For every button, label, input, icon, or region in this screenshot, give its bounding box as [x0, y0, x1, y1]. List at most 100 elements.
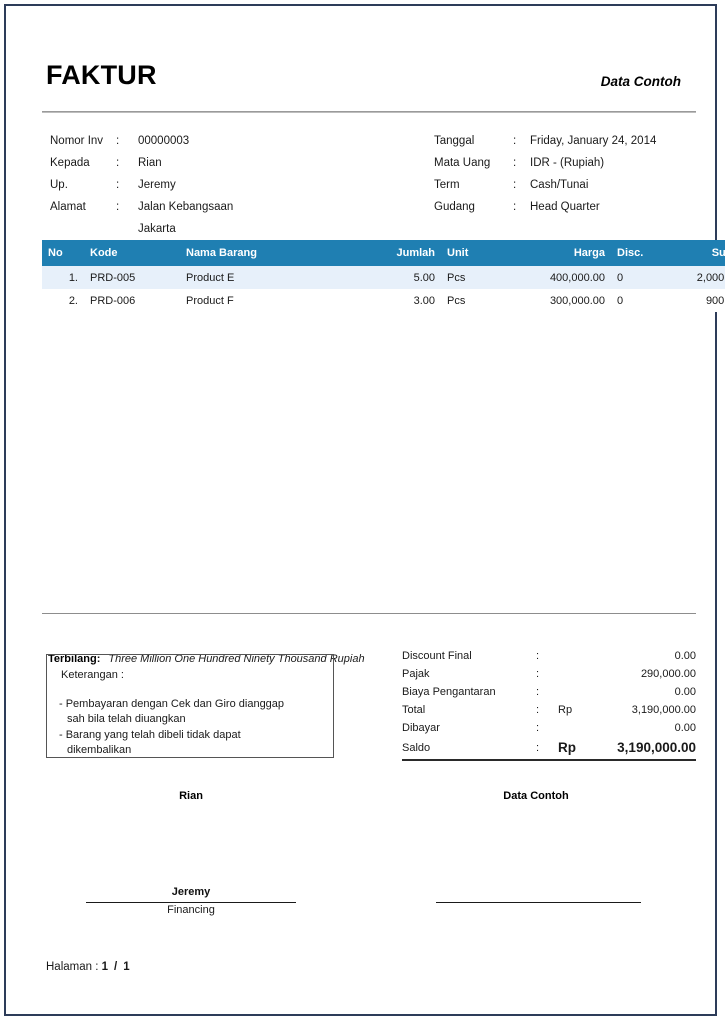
meta-row-tanggal: Tanggal : Friday, January 24, 2014: [434, 130, 704, 152]
line-items-table: No Kode Nama Barang Jumlah Unit Harga Di…: [42, 240, 725, 312]
meta-label-alamat: Alamat: [50, 201, 86, 213]
cell-no: 2.: [42, 289, 84, 312]
keterangan-item-line1: - Barang yang telah dibeli tidak dapat: [59, 729, 241, 741]
meta-row-term: Term : Cash/Tunai: [434, 174, 704, 196]
cell-no: 1.: [42, 266, 84, 289]
total-row-saldo: Saldo : Rp 3,190,000.00: [402, 737, 696, 759]
total-colon: :: [536, 722, 540, 734]
footer-page-label: Halaman :: [46, 961, 99, 973]
total-row-dibayar: Dibayar : 0.00: [402, 719, 696, 737]
invoice-meta-left: Nomor Inv : 00000003 Kepada : Rian Up. :…: [50, 130, 380, 240]
total-amount: 290,000.00: [640, 668, 696, 680]
meta-label-kepada: Kepada: [50, 157, 90, 169]
meta-row-kepada: Kepada : Rian: [50, 152, 380, 174]
cell-nama: Product F: [180, 289, 367, 312]
meta-colon: :: [116, 157, 120, 169]
keterangan-title: Keterangan :: [61, 669, 124, 681]
list-item: - Barang yang telah dibeli tidak dapat d…: [59, 728, 325, 757]
totals-summary: Discount Final : 0.00 Pajak : 290,000.00…: [402, 647, 696, 759]
keterangan-item-line1: - Pembayaran dengan Cek dan Giro diangga…: [59, 698, 285, 710]
meta-row-nomor-inv: Nomor Inv : 00000003: [50, 130, 380, 152]
keterangan-box: Keterangan : - Pembayaran dengan Cek dan…: [46, 654, 334, 758]
signature-right-line: [436, 902, 641, 903]
column-header-nama: Nama Barang: [180, 240, 367, 266]
meta-label-term: Term: [434, 179, 460, 191]
total-amount: 0.00: [674, 722, 696, 734]
column-header-jumlah: Jumlah: [367, 240, 441, 266]
total-row-discount-final: Discount Final : 0.00: [402, 647, 696, 665]
meta-row-alamat-line2: Jakarta: [50, 218, 380, 240]
list-item: - Pembayaran dengan Cek dan Giro diangga…: [59, 697, 325, 726]
total-row-total: Total : Rp 3,190,000.00: [402, 701, 696, 719]
meta-colon: :: [116, 201, 120, 213]
totals-divider: [402, 759, 696, 761]
meta-value-term: Cash/Tunai: [530, 179, 589, 191]
header-divider: [42, 111, 696, 113]
meta-value-mata-uang: IDR - (Rupiah): [530, 157, 605, 169]
table-row: 2. PRD-006 Product F 3.00 Pcs 300,000.00…: [42, 289, 725, 312]
meta-colon: :: [513, 135, 517, 147]
keterangan-list: - Pembayaran dengan Cek dan Giro diangga…: [59, 697, 325, 759]
total-colon: :: [536, 742, 540, 754]
invoice-document: FAKTUR Data Contoh Nomor Inv : 00000003 …: [6, 6, 725, 1014]
total-label: Biaya Pengantaran: [402, 686, 496, 698]
total-amount: 0.00: [674, 686, 696, 698]
keterangan-item-line2: dikembalikan: [67, 743, 132, 756]
cell-disc: 0: [611, 289, 669, 312]
column-header-kode: Kode: [84, 240, 180, 266]
meta-row-alamat: Alamat : Jalan Kebangsaan: [50, 196, 380, 218]
company-name: Data Contoh: [600, 74, 681, 89]
meta-value-alamat-line2: Jakarta: [138, 223, 176, 235]
column-header-harga: Harga: [513, 240, 611, 266]
signature-right-title: Data Contoh: [503, 790, 569, 802]
column-header-subtotal: Sub Total: [669, 240, 725, 266]
total-currency: Rp: [558, 704, 573, 716]
cell-jumlah: 5.00: [367, 266, 441, 289]
meta-label-tanggal: Tanggal: [434, 135, 475, 147]
meta-label-mata-uang: Mata Uang: [434, 157, 491, 169]
meta-value-nomor-inv: 00000003: [138, 135, 190, 147]
total-amount: 3,190,000.00: [631, 704, 696, 716]
cell-unit: Pcs: [441, 266, 513, 289]
meta-colon: :: [513, 201, 517, 213]
cell-harga: 300,000.00: [513, 289, 611, 312]
total-row-pajak: Pajak : 290,000.00: [402, 665, 696, 683]
column-header-disc: Disc.: [611, 240, 669, 266]
cell-disc: 0: [611, 266, 669, 289]
meta-colon: :: [513, 157, 517, 169]
meta-label-nomor-inv: Nomor Inv: [50, 135, 104, 147]
cell-unit: Pcs: [441, 289, 513, 312]
footer-total-pages: 1: [123, 961, 130, 973]
meta-colon: :: [513, 179, 517, 191]
meta-row-up: Up. : Jeremy: [50, 174, 380, 196]
page-title: FAKTUR: [46, 60, 157, 90]
signature-left-line: [86, 902, 296, 903]
footer-current-page: 1: [101, 961, 109, 973]
cell-subtotal: 900,000.00: [669, 289, 725, 312]
table-row: 1. PRD-005 Product E 5.00 Pcs 400,000.00…: [42, 266, 725, 289]
cell-kode: PRD-006: [84, 289, 180, 312]
signature-left-signer-name: Jeremy: [171, 886, 211, 898]
total-amount: 0.00: [674, 650, 696, 662]
total-colon: :: [536, 668, 540, 680]
cell-subtotal: 2,000,000.00: [669, 266, 725, 289]
meta-row-mata-uang: Mata Uang : IDR - (Rupiah): [434, 152, 704, 174]
meta-value-up: Jeremy: [138, 179, 176, 191]
meta-colon: :: [116, 135, 120, 147]
total-label: Dibayar: [402, 722, 440, 734]
keterangan-item-line2: sah bila telah diuangkan: [67, 712, 186, 725]
signature-left-role: Financing: [167, 904, 215, 916]
total-row-biaya-pengantaran: Biaya Pengantaran : 0.00: [402, 683, 696, 701]
meta-value-tanggal: Friday, January 24, 2014: [530, 135, 657, 147]
cell-kode: PRD-005: [84, 266, 180, 289]
meta-row-gudang: Gudang : Head Quarter: [434, 196, 704, 218]
total-label: Pajak: [402, 668, 430, 680]
total-colon: :: [536, 704, 540, 716]
column-header-no: No: [42, 240, 84, 266]
column-header-unit: Unit: [441, 240, 513, 266]
table-header-row: No Kode Nama Barang Jumlah Unit Harga Di…: [42, 240, 725, 266]
cell-harga: 400,000.00: [513, 266, 611, 289]
cell-nama: Product E: [180, 266, 367, 289]
invoice-page-frame: FAKTUR Data Contoh Nomor Inv : 00000003 …: [4, 4, 725, 1016]
total-colon: :: [536, 650, 540, 662]
